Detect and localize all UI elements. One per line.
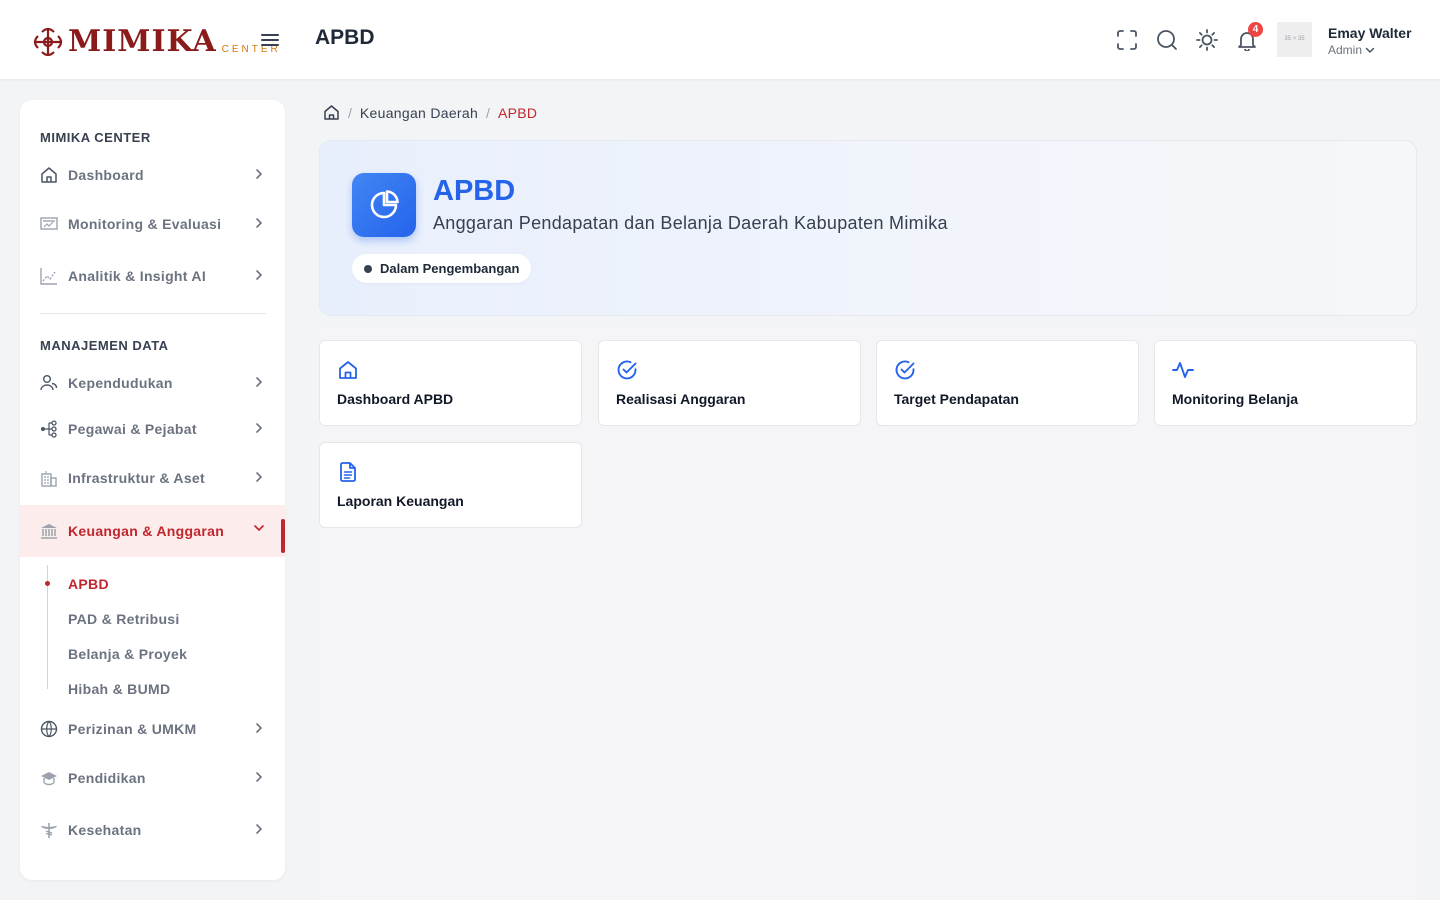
logo[interactable]: MIMIKA CENTER bbox=[30, 20, 281, 60]
graduation-cap-icon bbox=[41, 772, 57, 786]
analytics-icon bbox=[40, 268, 57, 285]
sidebar-item-label: Kependudukan bbox=[68, 375, 173, 391]
document-icon bbox=[340, 462, 356, 482]
sidebar: MIMIKA CENTER Dashboard Monitoring & Eva… bbox=[20, 100, 285, 880]
sidebar-item-label: Perizinan & UMKM bbox=[68, 721, 197, 737]
card-realisasi-anggaran[interactable]: Realisasi Anggaran bbox=[598, 340, 861, 426]
card-label: Laporan Keuangan bbox=[337, 493, 464, 509]
sidebar-item-label: Pegawai & Pejabat bbox=[68, 421, 197, 437]
status-label: Dalam Pengembangan bbox=[380, 261, 520, 276]
chevron-right-icon bbox=[256, 270, 263, 280]
chevron-right-icon bbox=[256, 472, 263, 482]
sidebar-item-analytics[interactable]: Analitik & Insight AI bbox=[20, 255, 285, 297]
sidebar-item-monitoring[interactable]: Monitoring & Evaluasi bbox=[20, 203, 285, 245]
monitor-icon bbox=[40, 217, 58, 230]
user-role-dropdown[interactable]: Admin bbox=[1328, 43, 1375, 57]
globe-icon bbox=[40, 720, 58, 738]
avatar[interactable]: 35 × 35 bbox=[1277, 22, 1312, 57]
pie-chart-icon bbox=[352, 173, 416, 237]
chevron-down-icon bbox=[1365, 47, 1375, 54]
logo-mark-icon bbox=[33, 27, 63, 57]
sidebar-item-kependudukan[interactable]: Kependudukan bbox=[20, 362, 285, 404]
breadcrumb-parent-link[interactable]: Keuangan Daerah bbox=[360, 105, 478, 121]
sidebar-item-pegawai[interactable]: Pegawai & Pejabat bbox=[20, 408, 285, 450]
hero-title: APBD bbox=[433, 175, 516, 207]
check-circle-icon bbox=[895, 360, 915, 380]
sidebar-item-label: Pendidikan bbox=[68, 770, 146, 786]
sidebar-divider bbox=[40, 313, 266, 314]
submenu-item-belanja[interactable]: Belanja & Proyek bbox=[68, 646, 187, 662]
chevron-right-icon bbox=[256, 824, 263, 834]
sidebar-item-label: Kesehatan bbox=[68, 822, 142, 838]
status-badge: Dalam Pengembangan bbox=[352, 254, 532, 283]
card-label: Dashboard APBD bbox=[337, 391, 454, 407]
chevron-right-icon bbox=[256, 169, 263, 179]
breadcrumb-current: APBD bbox=[497, 104, 538, 121]
bank-icon bbox=[41, 524, 57, 539]
sidebar-item-infrastruktur[interactable]: Infrastruktur & Aset bbox=[20, 457, 285, 499]
card-dashboard-apbd[interactable]: Dashboard APBD bbox=[319, 340, 582, 426]
card-label: Target Pendapatan bbox=[894, 391, 1019, 407]
search-icon[interactable] bbox=[1156, 29, 1178, 51]
chevron-down-icon bbox=[254, 525, 264, 532]
breadcrumb: / Keuangan Daerah / APBD bbox=[323, 104, 537, 121]
chevron-right-icon bbox=[256, 377, 263, 387]
card-target-pendapatan[interactable]: Target Pendapatan bbox=[876, 340, 1139, 426]
chevron-right-icon bbox=[256, 423, 263, 433]
home-icon[interactable] bbox=[323, 104, 340, 121]
building-icon bbox=[41, 471, 57, 487]
sidebar-item-label: Infrastruktur & Aset bbox=[68, 470, 205, 486]
breadcrumb-separator: / bbox=[486, 104, 490, 121]
fullscreen-icon[interactable] bbox=[1116, 29, 1138, 51]
top-bar: MIMIKA CENTER APBD 4 35 × 35 Emay Walter… bbox=[0, 0, 1440, 79]
sidebar-item-label: Analitik & Insight AI bbox=[68, 268, 207, 284]
submenu-item-hibah[interactable]: Hibah & BUMD bbox=[68, 681, 170, 697]
users-icon bbox=[40, 375, 58, 391]
sidebar-item-keuangan[interactable]: Keuangan & Anggaran bbox=[20, 505, 285, 557]
sidebar-item-pendidikan[interactable]: Pendidikan bbox=[20, 757, 285, 799]
submenu-item-pad[interactable]: PAD & Retribusi bbox=[68, 611, 180, 627]
user-role-label: Admin bbox=[1328, 43, 1363, 57]
home-icon bbox=[41, 167, 57, 183]
hero-subtitle: Anggaran Pendapatan dan Belanja Daerah K… bbox=[433, 213, 948, 233]
chevron-right-icon bbox=[256, 723, 263, 733]
active-submenu-dot bbox=[45, 581, 50, 586]
sidebar-section-title: MIMIKA CENTER bbox=[40, 130, 151, 145]
caduceus-icon bbox=[41, 823, 57, 838]
sidebar-item-dashboard[interactable]: Dashboard bbox=[20, 154, 285, 196]
logo-text: MIMIKA bbox=[68, 24, 217, 59]
user-name[interactable]: Emay Walter bbox=[1328, 25, 1412, 41]
status-dot bbox=[364, 264, 372, 273]
page-header-card: APBD Anggaran Pendapatan dan Belanja Dae… bbox=[319, 140, 1417, 316]
card-laporan-keuangan[interactable]: Laporan Keuangan bbox=[319, 442, 582, 528]
notification-badge: 4 bbox=[1248, 22, 1263, 37]
sidebar-item-label: Keuangan & Anggaran bbox=[68, 523, 225, 539]
sidebar-item-label: Dashboard bbox=[68, 167, 144, 183]
page-title: APBD bbox=[315, 26, 375, 49]
sidebar-item-perizinan[interactable]: Perizinan & UMKM bbox=[20, 708, 285, 750]
activity-icon bbox=[1172, 362, 1194, 378]
breadcrumb-separator: / bbox=[348, 104, 352, 121]
menu-toggle-icon[interactable] bbox=[260, 30, 280, 50]
submenu-item-apbd[interactable]: APBD bbox=[68, 576, 109, 592]
card-label: Realisasi Anggaran bbox=[616, 391, 746, 407]
check-circle-icon bbox=[617, 360, 637, 380]
sidebar-section-title: MANAJEMEN DATA bbox=[40, 338, 169, 353]
chevron-right-icon bbox=[256, 772, 263, 782]
card-monitoring-belanja[interactable]: Monitoring Belanja bbox=[1154, 340, 1417, 426]
home-icon bbox=[339, 361, 357, 379]
theme-toggle-icon[interactable] bbox=[1196, 29, 1218, 51]
org-chart-icon bbox=[41, 420, 57, 438]
active-indicator bbox=[281, 519, 285, 553]
chevron-right-icon bbox=[256, 218, 263, 228]
sidebar-item-label: Monitoring & Evaluasi bbox=[68, 216, 222, 232]
card-label: Monitoring Belanja bbox=[1172, 391, 1298, 407]
sidebar-item-kesehatan[interactable]: Kesehatan bbox=[20, 809, 285, 851]
